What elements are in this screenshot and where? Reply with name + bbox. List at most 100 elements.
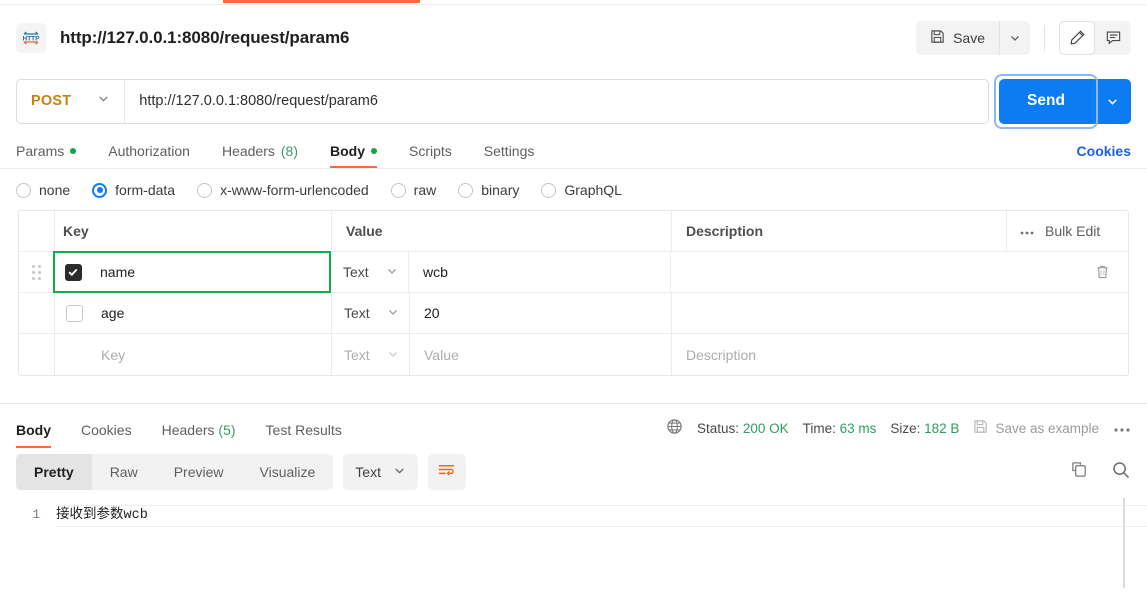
modified-dot-icon (70, 148, 77, 154)
response-toolbar: Pretty Raw Preview Visualize Text (0, 448, 1147, 498)
drag-handle[interactable] (19, 293, 55, 333)
response-tab-body[interactable]: Body (16, 422, 51, 448)
table-row: age Text 20 (19, 293, 1128, 334)
copy-icon[interactable] (1070, 460, 1089, 484)
request-tabs: Params Authorization Headers (8) Body Sc… (0, 132, 1147, 168)
response-body-text[interactable]: 接收到参数wcb (56, 505, 1147, 527)
tab-authorization[interactable]: Authorization (108, 143, 190, 168)
response-tab-headers-label: Headers (161, 422, 215, 438)
save-icon (930, 29, 945, 47)
radio-graphql[interactable]: GraphQL (541, 182, 622, 198)
view-mode-raw[interactable]: Raw (92, 454, 156, 490)
save-button[interactable]: Save (916, 20, 1000, 55)
response-tab-cookies[interactable]: Cookies (81, 422, 132, 448)
tab-params[interactable]: Params (16, 143, 77, 168)
radio-binary[interactable]: binary (458, 182, 519, 198)
radio-x-www-form-urlencoded[interactable]: x-www-form-urlencoded (197, 182, 369, 198)
new-row-description-input[interactable]: Description (671, 334, 1076, 375)
comment-button[interactable] (1095, 21, 1131, 55)
new-row-key-input[interactable]: Key (93, 334, 331, 375)
save-as-example-label: Save as example (995, 420, 1099, 436)
ellipsis-icon[interactable] (1019, 223, 1035, 239)
radio-circle-icon (458, 182, 474, 198)
chevron-down-icon (387, 305, 399, 321)
row-actions (1076, 293, 1128, 333)
table-header-row: Key Value Description Bulk Edit (19, 211, 1128, 252)
drag-handle[interactable] (19, 252, 55, 292)
response-tab-test-results[interactable]: Test Results (266, 422, 342, 448)
row-description-input[interactable] (671, 293, 1076, 333)
row-type-select[interactable]: Text (330, 252, 408, 292)
save-button-group: Save (916, 20, 1030, 55)
row-description-input[interactable] (670, 252, 1076, 292)
response-toolbar-actions (1070, 460, 1131, 485)
send-dropdown-button[interactable] (1093, 78, 1131, 124)
column-header-description: Description (671, 211, 1006, 251)
send-button-group: Send (994, 73, 1131, 129)
http-protocol-icon: HTTP (16, 22, 46, 53)
bulk-edit-button[interactable]: Bulk Edit (1045, 223, 1100, 239)
svg-text:HTTP: HTTP (23, 35, 41, 42)
chevron-down-icon (97, 92, 110, 110)
tab-body-label: Body (330, 143, 365, 159)
globe-icon (666, 418, 683, 438)
tab-settings-label: Settings (483, 143, 535, 159)
response-more-options-icon[interactable] (1113, 420, 1131, 437)
row-checkbox-cell (55, 293, 93, 333)
tab-authorization-label: Authorization (108, 143, 190, 159)
row-checkbox-cell (55, 334, 93, 375)
url-input[interactable]: http://127.0.0.1:8080/request/param6 (125, 80, 988, 123)
new-row-value-input[interactable]: Value (409, 334, 671, 375)
response-format-label: Text (355, 464, 381, 480)
cookies-link[interactable]: Cookies (1077, 143, 1131, 168)
view-mode-visualize[interactable]: Visualize (242, 454, 334, 490)
tab-body[interactable]: Body (330, 143, 377, 168)
http-method-select[interactable]: POST (17, 79, 126, 123)
chevron-down-icon (393, 464, 406, 480)
radio-binary-label: binary (481, 182, 520, 198)
response-tab-headers[interactable]: Headers (5) (162, 422, 236, 448)
row-delete-button[interactable] (1076, 252, 1128, 292)
tab-scripts[interactable]: Scripts (409, 143, 452, 168)
row-type-select[interactable]: Text (331, 293, 409, 333)
response-body-viewer: 1 接收到参数wcb (0, 498, 1147, 588)
response-format-select[interactable]: Text (343, 454, 418, 490)
word-wrap-button[interactable] (427, 454, 466, 490)
search-icon[interactable] (1111, 460, 1131, 485)
radio-raw[interactable]: raw (390, 182, 436, 198)
tab-headers[interactable]: Headers (8) (222, 143, 298, 168)
new-row-type-select[interactable]: Text (331, 334, 409, 375)
tab-headers-count: (8) (280, 143, 298, 159)
row-checkbox-cell (54, 263, 92, 281)
radio-graphql-label: GraphQL (564, 182, 622, 198)
row-value-input[interactable]: 20 (409, 293, 671, 333)
row-key-cell-focused[interactable]: name (53, 251, 331, 293)
tab-settings[interactable]: Settings (484, 143, 535, 168)
row-key-input[interactable]: name (92, 264, 330, 280)
radio-form-data[interactable]: form-data (92, 182, 175, 198)
view-mode-preview[interactable]: Preview (156, 454, 242, 490)
row-key-input[interactable]: age (93, 293, 331, 333)
radio-circle-icon (541, 182, 557, 198)
response-view-mode-group: Pretty Raw Preview Visualize (16, 454, 334, 490)
send-button[interactable]: Send (999, 78, 1093, 124)
row-value-input[interactable]: wcb (408, 252, 670, 292)
save-dropdown-button[interactable] (1000, 21, 1030, 55)
response-vertical-scrollbar[interactable] (1123, 498, 1125, 588)
save-icon (973, 419, 988, 437)
line-number: 1 (32, 508, 40, 522)
row-enabled-checkbox[interactable] (64, 263, 82, 281)
view-mode-pretty[interactable]: Pretty (16, 454, 92, 490)
drag-handle (19, 334, 55, 375)
page-title: http://127.0.0.1:8080/request/param6 (60, 27, 350, 47)
row-enabled-checkbox[interactable] (65, 304, 83, 322)
word-wrap-icon (437, 462, 456, 483)
status-label: Status: (697, 420, 740, 436)
edit-button[interactable] (1059, 20, 1095, 55)
save-as-example-button[interactable]: Save as example (973, 419, 1099, 437)
radio-none[interactable]: none (16, 182, 70, 198)
row-type-label: Text (344, 305, 370, 321)
table-header-actions: Bulk Edit (1006, 211, 1128, 251)
table-row-empty: Key Text Value Description (19, 334, 1128, 375)
header-icon-group (1059, 20, 1131, 55)
